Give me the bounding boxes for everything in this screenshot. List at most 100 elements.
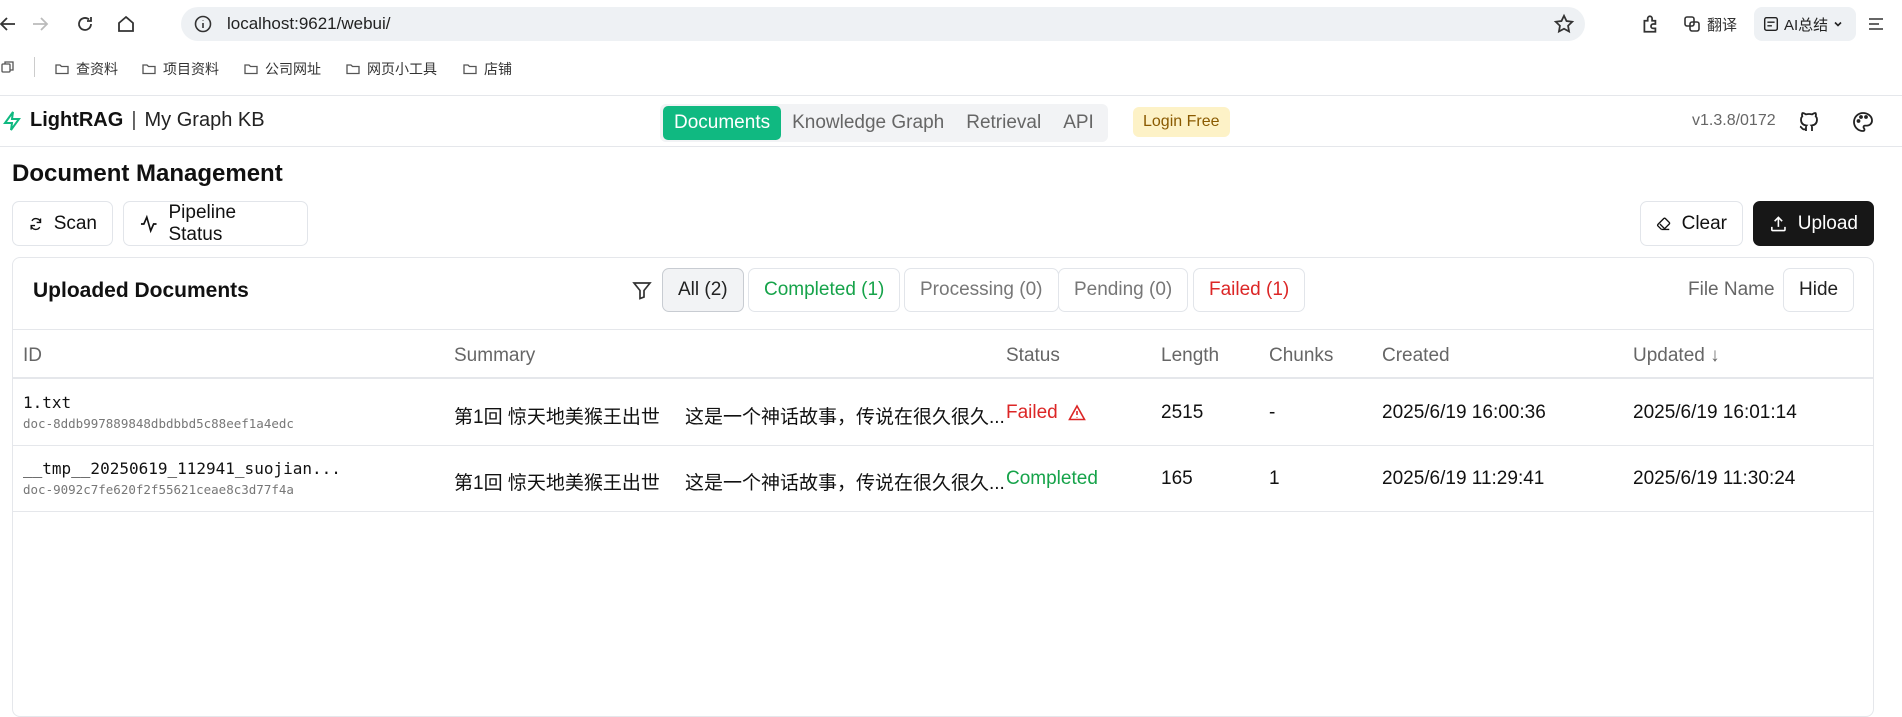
bookmark-label: 公司网址 <box>265 61 321 77</box>
warning-icon[interactable] <box>1067 404 1086 422</box>
github-icon[interactable] <box>1797 110 1821 134</box>
upload-label: Upload <box>1797 212 1858 234</box>
status-badge: Failed <box>1006 402 1086 424</box>
bookmark-item[interactable]: 项目资料 <box>141 59 219 79</box>
bookmark-item[interactable]: 店铺 <box>462 59 512 79</box>
bookmark-label: 网页小工具 <box>367 61 437 77</box>
table-header: ID Summary Status Length Chunks Created … <box>13 329 1873 379</box>
created-value: 2025/6/19 16:00:36 <box>1382 402 1546 423</box>
ai-summary-button[interactable]: AI总结 <box>1754 7 1856 41</box>
brand-name: LightRAG <box>30 109 124 131</box>
created-value: 2025/6/19 11:29:41 <box>1382 468 1545 489</box>
scan-button[interactable]: Scan <box>12 201 113 246</box>
updated-value: 2025/6/19 11:30:24 <box>1633 468 1796 489</box>
length-value: 2515 <box>1161 402 1204 423</box>
updated-value: 2025/6/19 16:01:14 <box>1633 402 1797 423</box>
reload-icon[interactable] <box>71 10 99 38</box>
scan-label: Scan <box>53 212 97 234</box>
bookmarks-bar: 查资料 项目资料 公司网址 网页小工具 店铺 <box>0 54 1902 84</box>
main-tabs: Documents Knowledge Graph Retrieval API <box>660 104 1108 142</box>
refresh-icon <box>30 217 42 230</box>
pipeline-status-label: Pipeline Status <box>168 201 237 245</box>
eraser-icon <box>1656 217 1671 230</box>
login-free-badge: Login Free <box>1133 107 1230 137</box>
bookmarks-divider <box>34 57 35 77</box>
length-value: 165 <box>1161 468 1193 489</box>
extensions-icon[interactable] <box>1640 12 1662 36</box>
upload-icon <box>1771 215 1786 231</box>
summary-text: 这是一个神话故事，传说在很久很久... <box>685 473 1005 494</box>
tab-api[interactable]: API <box>1052 106 1105 140</box>
bookmark-item[interactable]: 公司网址 <box>243 59 321 79</box>
document-id: doc-8ddb997889848dbdbbd5c88eef1a4edc <box>23 416 294 431</box>
bookmark-label: 项目资料 <box>163 61 219 77</box>
translate-label: 翻译 <box>1707 16 1738 34</box>
page-title: Document Management <box>12 160 283 187</box>
upload-button[interactable]: Upload <box>1753 201 1874 246</box>
panel-title: Uploaded Documents <box>33 279 249 302</box>
filter-all[interactable]: All (2) <box>662 268 744 312</box>
activity-icon <box>140 214 157 233</box>
column-chunks[interactable]: Chunks <box>1269 345 1333 367</box>
clear-label: Clear <box>1681 212 1727 234</box>
file-name-label: File Name <box>1688 279 1775 300</box>
bookmark-label: 店铺 <box>484 61 512 77</box>
uploaded-documents-panel: Uploaded Documents All (2) Completed (1)… <box>12 257 1874 717</box>
hide-file-name-button[interactable]: Hide <box>1783 268 1855 312</box>
status-badge: Completed <box>1006 468 1098 489</box>
folder-icon <box>346 64 360 75</box>
tab-groups-icon[interactable] <box>0 59 16 75</box>
back-icon[interactable] <box>0 10 22 38</box>
ai-summary-label: AI总结 <box>1784 16 1829 34</box>
brand[interactable]: LightRAG | My Graph KB <box>2 109 265 132</box>
column-length[interactable]: Length <box>1161 345 1219 367</box>
folder-icon <box>142 64 156 75</box>
filter-failed[interactable]: Failed (1) <box>1193 268 1306 312</box>
tab-documents[interactable]: Documents <box>663 106 782 140</box>
table-row[interactable]: 1.txt doc-8ddb997889848dbdbbd5c88eef1a4e… <box>13 380 1873 446</box>
summary-title: 第1回 惊天地美猴王出世 <box>454 407 660 428</box>
bookmark-item[interactable]: 网页小工具 <box>345 59 437 79</box>
bookmark-label: 查资料 <box>76 61 118 77</box>
translate-icon <box>1684 16 1700 32</box>
translate-button[interactable]: 翻译 <box>1682 12 1737 36</box>
clear-button[interactable]: Clear <box>1640 201 1743 246</box>
menu-icon[interactable] <box>1866 12 1886 36</box>
summary-title: 第1回 惊天地美猴王出世 <box>454 473 660 494</box>
bookmark-star-icon[interactable] <box>1553 13 1575 35</box>
kb-name: My Graph KB <box>144 109 265 131</box>
home-icon[interactable] <box>112 10 140 38</box>
status-label: Failed <box>1006 402 1058 423</box>
url-text[interactable]: localhost:9621/webui/ <box>227 14 391 34</box>
folder-icon <box>463 64 477 75</box>
palette-icon[interactable] <box>1851 110 1875 134</box>
summary-text: 这是一个神话故事，传说在很久很久... <box>685 407 1005 428</box>
pipeline-status-button[interactable]: Pipeline Status <box>123 201 308 246</box>
filter-processing[interactable]: Processing (0) <box>904 268 1059 312</box>
column-created[interactable]: Created <box>1382 345 1450 367</box>
tab-knowledge-graph[interactable]: Knowledge Graph <box>781 106 955 140</box>
site-info-icon[interactable] <box>193 14 213 34</box>
column-summary[interactable]: Summary <box>454 345 535 367</box>
chunks-value: - <box>1269 402 1276 423</box>
folder-icon <box>55 64 69 75</box>
forward-icon[interactable] <box>26 10 54 38</box>
address-bar[interactable]: localhost:9621/webui/ <box>181 7 1585 41</box>
browser-toolbar: localhost:9621/webui/ 翻译 AI总结 <box>0 0 1902 48</box>
bookmark-item[interactable]: 查资料 <box>54 59 118 79</box>
app-header: LightRAG | My Graph KB Documents Knowled… <box>0 95 1902 147</box>
filter-pending[interactable]: Pending (0) <box>1058 268 1189 312</box>
chunks-value: 1 <box>1269 468 1280 489</box>
chevron-down-icon <box>1834 21 1842 27</box>
column-updated[interactable]: Updated ↓ <box>1633 345 1720 367</box>
zap-icon <box>3 110 21 131</box>
document-id: doc-9092c7fe620f2f55621ceae8c3d77f4a <box>23 482 294 497</box>
version-label: v1.3.8/0172 <box>1692 112 1776 129</box>
tab-retrieval[interactable]: Retrieval <box>955 106 1052 140</box>
column-id[interactable]: ID <box>23 345 42 367</box>
brand-separator: | <box>131 109 137 131</box>
filter-completed[interactable]: Completed (1) <box>748 268 901 312</box>
column-status[interactable]: Status <box>1006 345 1060 367</box>
table-row[interactable]: __tmp__20250619_112941_suojian... doc-90… <box>13 446 1873 512</box>
ai-summary-icon <box>1763 16 1779 32</box>
